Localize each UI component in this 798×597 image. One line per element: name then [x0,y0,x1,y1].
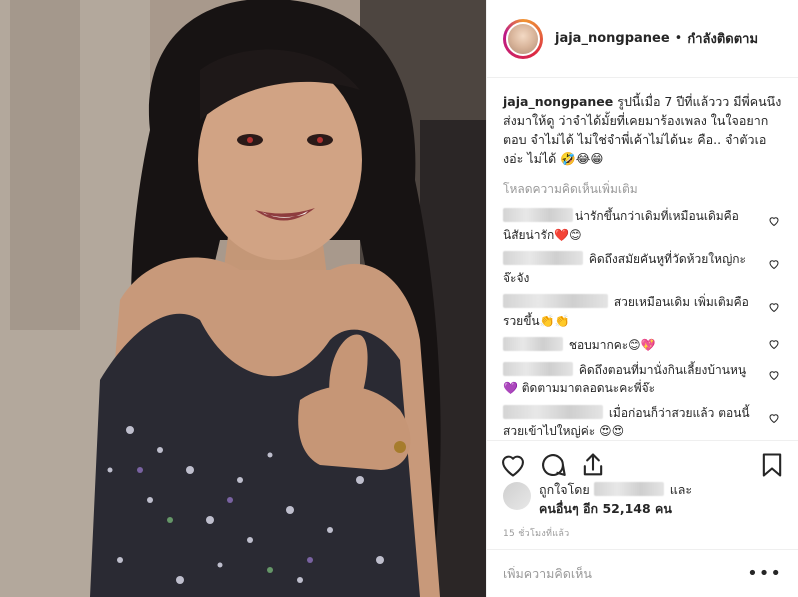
comment-item: คิดถึงสมัยคันหูที่วัดห้วยใหญ่กะจ๊ะจัง [503,250,782,287]
add-comment-bar: ••• [487,549,798,597]
photo-illustration [0,0,486,597]
comment-item: สวยเหมือนเดิม เพิ่มเติมคือรวยขึ้น👏👏 [503,293,782,330]
comment-like-heart-icon[interactable] [768,301,780,313]
avatar[interactable] [506,21,540,56]
add-comment-input[interactable] [503,566,748,581]
comment-like-heart-icon[interactable] [768,258,780,270]
liker-avatar[interactable] [503,482,531,510]
blurred-commenter-name[interactable] [503,361,573,376]
comment-like-heart-icon[interactable] [768,369,780,381]
comment-text: ชอบมากคะ😊💖 [568,338,656,352]
share-icon[interactable] [579,451,607,479]
comment-item: เมื่อก่อนก็ว่าสวยแล้ว ตอนนี้สวยเข้าไปใหญ… [503,404,782,441]
likes-suffix: และ [669,482,693,497]
post-side-panel: jaja_nongpanee • กำลังติดตาม jaja_nongpa… [486,0,798,597]
comment-item: น่ารักขึ้นกว่าเดิมที่เหมือนเดิมคือนิสัยน… [503,207,782,244]
post-photo[interactable] [0,0,486,597]
comment-like-heart-icon[interactable] [768,412,780,424]
comment-item: ชอบมากคะ😊💖 [503,336,782,355]
post-header: jaja_nongpanee • กำลังติดตาม [487,0,798,78]
blurred-commenter-name[interactable] [503,208,573,222]
post-timestamp[interactable]: 15 ชั่วโมงที่แล้ว [503,526,570,540]
comment-like-heart-icon[interactable] [768,338,780,350]
more-options-icon[interactable]: ••• [747,564,782,583]
likes-text: ถูกใจโดย และ คนอื่นๆ อีก 52,148 คน [539,480,692,518]
likes-others-link[interactable]: คนอื่นๆ อีก 52,148 คน [539,501,672,516]
author-avatar-ring[interactable] [503,18,543,59]
blurred-liker-name[interactable] [593,482,664,496]
comment-bubble-icon[interactable] [539,451,567,479]
comment-like-heart-icon[interactable] [768,215,780,227]
comment-item: คิดถึงตอนที่มานั่งกินเลี้ยงบ้านหนู 💜 ติด… [503,361,782,398]
separator-dot: • [674,31,683,46]
follow-status-button[interactable]: กำลังติดตาม [687,28,758,49]
bookmark-icon[interactable] [758,451,786,479]
blurred-commenter-name[interactable] [503,251,583,265]
load-more-comments-link[interactable]: โหลดความคิดเห็นเพิ่มเติม [503,180,782,199]
author-username[interactable]: jaja_nongpanee [555,31,670,46]
blurred-commenter-name[interactable] [503,404,603,419]
comments-section: jaja_nongpanee รูปนี้เมื่อ 7 ปีที่แล้ววว… [487,78,798,440]
likes-prefix: ถูกใจโดย [539,482,590,497]
heart-icon[interactable] [499,451,527,479]
blurred-commenter-name[interactable] [503,294,608,308]
caption-username[interactable]: jaja_nongpanee [503,94,613,109]
blurred-commenter-name[interactable] [503,337,563,351]
likes-summary: ถูกใจโดย และ คนอื่นๆ อีก 52,148 คน [503,480,782,518]
post-caption: jaja_nongpanee รูปนี้เมื่อ 7 ปีที่แล้ววว… [503,92,782,168]
